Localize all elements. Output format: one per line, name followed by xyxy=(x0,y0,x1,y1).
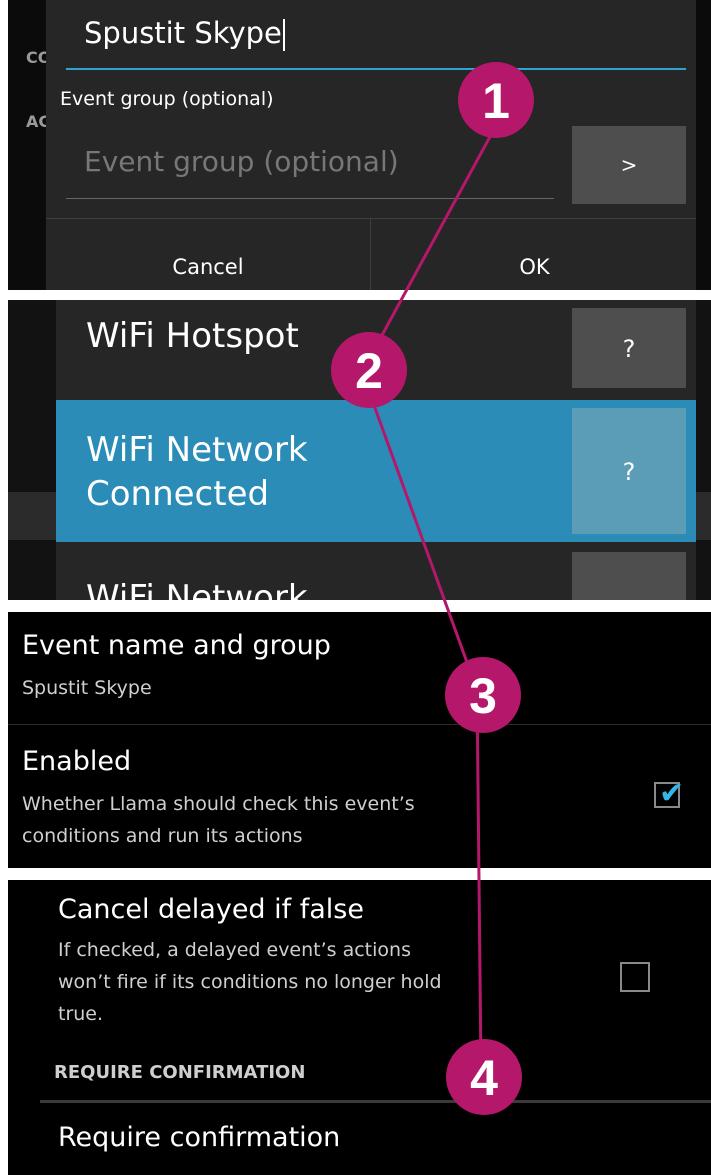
callout-3-label: 3 xyxy=(469,668,497,724)
callout-connector-lines xyxy=(360,121,500,1071)
callout-1: 1 xyxy=(458,62,534,138)
callout-2: 2 xyxy=(331,332,407,408)
callout-2-label: 2 xyxy=(355,343,383,399)
callout-4: 4 xyxy=(446,1039,522,1115)
callout-3: 3 xyxy=(445,657,521,733)
callout-4-label: 4 xyxy=(470,1050,498,1106)
callout-1-label: 1 xyxy=(482,73,510,129)
callout-connector-line xyxy=(360,121,500,1071)
callout-overlay: 1 2 3 4 xyxy=(331,62,534,1115)
